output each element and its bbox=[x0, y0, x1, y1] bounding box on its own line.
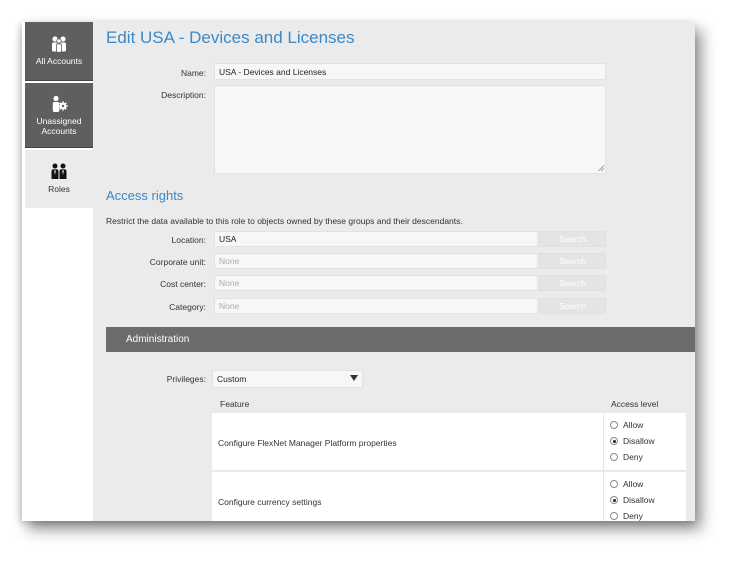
nav-label-unassigned-accounts: Unassigned Accounts bbox=[36, 116, 82, 136]
radio-button-icon bbox=[610, 512, 618, 520]
radio-allow[interactable]: Allow bbox=[610, 419, 643, 431]
roles-icon bbox=[51, 163, 67, 179]
radio-disallow[interactable]: Disallow bbox=[610, 435, 655, 447]
radio-deny[interactable]: Deny bbox=[610, 451, 643, 463]
description-field[interactable] bbox=[214, 85, 606, 174]
access-level-column-header: Access level bbox=[611, 399, 659, 409]
name-label: Name: bbox=[180, 68, 206, 78]
radio-label: Disallow bbox=[623, 495, 655, 505]
cost-center-label: Cost center: bbox=[160, 279, 206, 289]
access-level-cell: Allow Disallow Deny bbox=[603, 413, 686, 471]
chevron-down-icon bbox=[350, 375, 358, 381]
access-level-cell: Allow Disallow Deny bbox=[603, 472, 686, 521]
administration-header[interactable]: Administration bbox=[106, 327, 695, 352]
privileges-select-value: Custom bbox=[217, 374, 247, 384]
location-label: Location: bbox=[171, 235, 207, 245]
feature-name: Configure FlexNet Manager Platform prope… bbox=[218, 438, 397, 448]
nav-item-roles[interactable]: Roles bbox=[25, 150, 93, 208]
radio-label: Disallow bbox=[623, 436, 655, 446]
administration-panel: Administration Privileges: Custom Featur… bbox=[106, 327, 695, 521]
table-row: Configure currency settings Allow Disall… bbox=[212, 472, 686, 521]
access-rights-hint: Restrict the data available to this role… bbox=[106, 216, 463, 226]
resize-grip-icon[interactable] bbox=[598, 165, 604, 171]
location-field[interactable] bbox=[214, 231, 538, 247]
radio-allow[interactable]: Allow bbox=[610, 478, 643, 490]
nav-item-unassigned-accounts[interactable]: Unassigned Accounts bbox=[25, 83, 93, 148]
radio-button-icon bbox=[610, 453, 618, 461]
app-window: All Accounts Unassigned Accounts Roles E… bbox=[22, 22, 695, 521]
radio-button-icon bbox=[610, 480, 618, 488]
privileges-label: Privileges: bbox=[166, 374, 206, 384]
side-nav: All Accounts Unassigned Accounts Roles bbox=[22, 22, 93, 521]
nav-item-all-accounts[interactable]: All Accounts bbox=[25, 22, 93, 81]
access-rights-title: Access rights bbox=[106, 188, 184, 203]
radio-button-checked-icon bbox=[610, 496, 618, 504]
radio-label: Deny bbox=[623, 511, 643, 521]
radio-deny[interactable]: Deny bbox=[610, 510, 643, 521]
category-field[interactable] bbox=[214, 298, 538, 314]
person-gear-icon bbox=[52, 95, 68, 112]
nav-label-all-accounts: All Accounts bbox=[35, 56, 83, 66]
corporate-unit-label: Corporate unit: bbox=[149, 257, 206, 267]
people-group-icon bbox=[52, 36, 66, 53]
radio-label: Allow bbox=[623, 420, 644, 430]
category-search-button[interactable]: Search bbox=[539, 298, 606, 314]
nav-label-roles: Roles bbox=[48, 184, 70, 194]
table-row: Configure FlexNet Manager Platform prope… bbox=[212, 413, 686, 471]
category-label: Category: bbox=[169, 302, 206, 312]
corporate-unit-field[interactable] bbox=[214, 253, 538, 269]
main-content: Edit USA - Devices and Licenses Name: De… bbox=[106, 22, 695, 521]
name-field[interactable] bbox=[214, 63, 606, 80]
privileges-select[interactable]: Custom bbox=[212, 370, 363, 388]
radio-button-checked-icon bbox=[610, 437, 618, 445]
cost-center-field[interactable] bbox=[214, 275, 538, 291]
page-title: Edit USA - Devices and Licenses bbox=[106, 28, 355, 47]
radio-label: Deny bbox=[623, 452, 643, 462]
feature-name: Configure currency settings bbox=[218, 497, 322, 507]
radio-disallow[interactable]: Disallow bbox=[610, 494, 655, 506]
location-search-button[interactable]: Search bbox=[539, 231, 606, 247]
description-label: Description: bbox=[161, 90, 206, 100]
radio-label: Allow bbox=[623, 479, 644, 489]
corporate-unit-search-button[interactable]: Search bbox=[539, 253, 606, 269]
cost-center-search-button[interactable]: Search bbox=[539, 275, 606, 291]
radio-button-icon bbox=[610, 421, 618, 429]
feature-column-header: Feature bbox=[220, 399, 250, 409]
